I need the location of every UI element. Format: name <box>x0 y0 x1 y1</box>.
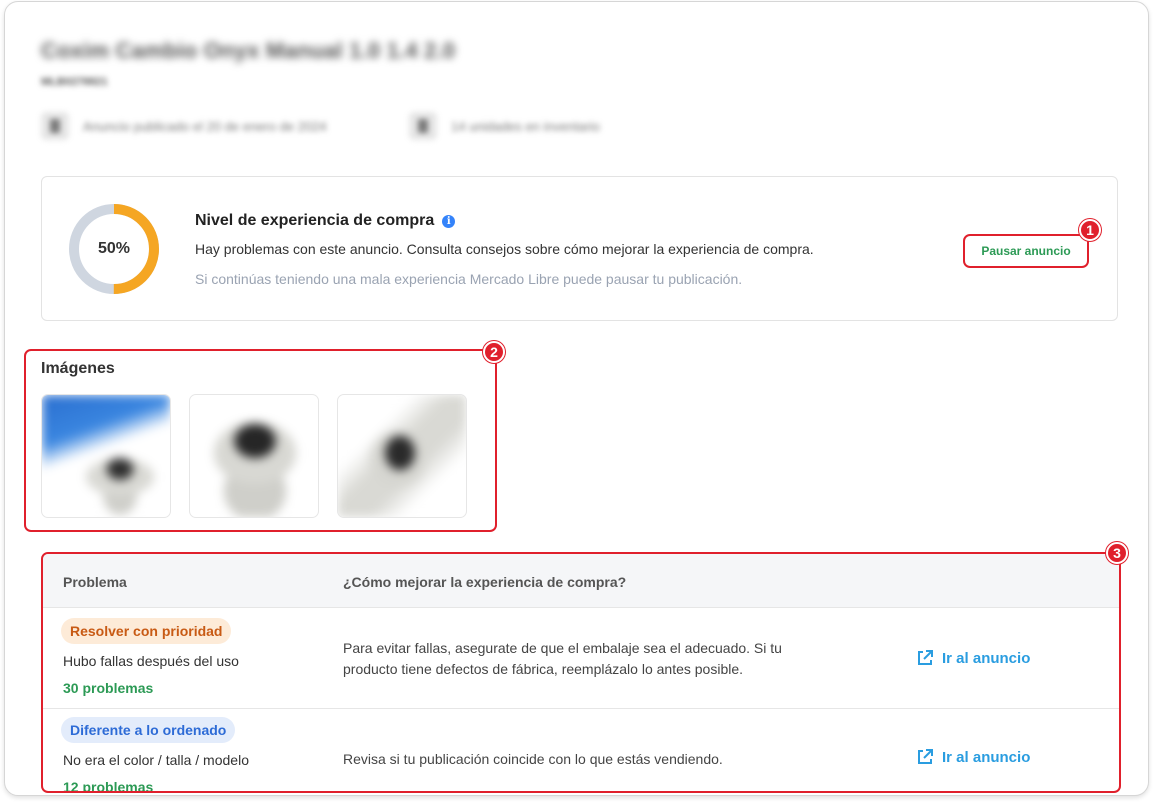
problem-description: No era el color / talla / modelo <box>63 752 249 768</box>
problem-count: 30 problemas <box>63 680 154 696</box>
table-row: Diferente a lo ordenado No era el color … <box>43 708 1119 793</box>
go-to-listing-label: Ir al anuncio <box>942 748 1031 766</box>
go-to-listing-link[interactable]: Ir al anuncio <box>916 748 1030 766</box>
experience-card: 50% Nivel de experiencia de compra i Hay… <box>41 176 1118 321</box>
listing-id: MLB0278821 <box>41 76 108 88</box>
go-to-listing-link[interactable]: Ir al anuncio <box>916 649 1030 667</box>
product-image-1[interactable] <box>41 394 171 518</box>
go-to-listing-label: Ir al anuncio <box>942 649 1031 667</box>
info-icon[interactable]: i <box>442 214 456 228</box>
images-heading: Imágenes <box>41 360 115 377</box>
product-image-3[interactable] <box>337 394 467 518</box>
column-header-problem: Problema <box>63 574 127 590</box>
experience-warning: Si continúas teniendo una mala experienc… <box>195 271 743 287</box>
calendar-icon <box>41 112 69 140</box>
experience-percent: 50% <box>97 240 131 257</box>
table-header: Problema ¿Cómo mejorar la experiencia de… <box>43 554 1119 608</box>
tip-line: Para evitar fallas, asegurate de que el … <box>343 640 782 656</box>
product-image-2[interactable] <box>189 394 319 518</box>
callout-badge-3: 3 <box>1106 542 1128 564</box>
stock-text: 14 unidades en inventario <box>451 118 600 134</box>
experience-description: Hay problemas con este anuncio. Consulta… <box>195 241 814 257</box>
callout-badge-2: 2 <box>483 341 505 363</box>
pause-listing-button[interactable]: Pausar anuncio <box>963 234 1089 268</box>
category-tag: Diferente a lo ordenado <box>61 717 236 743</box>
table-row: Resolver con prioridad Hubo fallas despu… <box>43 608 1119 708</box>
experience-title: Nivel de experiencia de compra <box>195 212 435 229</box>
external-link-icon <box>918 650 933 665</box>
problems-table: Problema ¿Cómo mejorar la experiencia de… <box>41 552 1121 793</box>
published-text: Anuncio publicado el 20 de enero de 2024 <box>83 118 327 134</box>
tip-line: producto tiene defectos de fábrica, reem… <box>343 661 744 677</box>
priority-tag: Resolver con prioridad <box>61 618 232 644</box>
improvement-tip: Revisa si tu publicación coincide con lo… <box>343 749 853 770</box>
listing-title: Coxim Cambio Onyx Manual 1.0 1.4 2.0 <box>41 38 456 63</box>
external-link-icon <box>918 749 933 764</box>
tip-line: Revisa si tu publicación coincide con lo… <box>343 751 723 767</box>
problem-count: 12 problemas <box>63 779 154 793</box>
stock-meta: 14 unidades en inventario <box>409 112 600 140</box>
improvement-tip: Para evitar fallas, asegurate de que el … <box>343 638 853 680</box>
inventory-icon <box>409 112 437 140</box>
published-meta: Anuncio publicado el 20 de enero de 2024 <box>41 112 327 140</box>
experience-title-row: Nivel de experiencia de compra i <box>195 212 456 230</box>
listing-detail-panel: Coxim Cambio Onyx Manual 1.0 1.4 2.0 MLB… <box>4 1 1149 796</box>
callout-badge-1: 1 <box>1079 219 1101 241</box>
problem-description: Hubo fallas después del uso <box>63 653 239 669</box>
column-header-improve: ¿Cómo mejorar la experiencia de compra? <box>343 574 627 590</box>
